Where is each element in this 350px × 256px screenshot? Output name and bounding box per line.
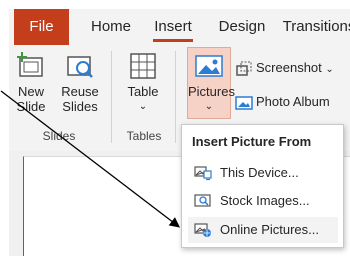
screenshot-icon xyxy=(236,61,252,76)
dropdown-header: Insert Picture From xyxy=(192,134,312,149)
photo-album-button[interactable]: Photo Album xyxy=(235,91,330,113)
tab-file[interactable]: File xyxy=(14,9,69,45)
pictures-button[interactable]: Pictures ⌄ xyxy=(187,47,235,119)
menu-item-label: This Device... xyxy=(220,165,299,180)
tab-home[interactable]: Home xyxy=(81,9,141,45)
menu-item-this-device[interactable]: This Device... xyxy=(188,160,338,186)
pictures-label: Pictures xyxy=(188,84,235,99)
screenshot-label: Screenshot xyxy=(256,60,322,75)
menu-item-label: Online Pictures... xyxy=(220,222,319,237)
group-label-slides: Slides xyxy=(42,129,76,143)
new-slide-button[interactable]: New Slide xyxy=(11,51,51,114)
stock-images-icon xyxy=(194,194,211,207)
ribbon-tab-bar: File Home Insert Design Transitions xyxy=(9,9,350,45)
table-button[interactable]: Table ⌄ xyxy=(123,51,163,114)
online-pictures-icon xyxy=(194,223,211,237)
table-label: Table xyxy=(127,84,159,99)
device-icon xyxy=(194,166,212,181)
reuse-slides-button[interactable]: Reuse Slides xyxy=(59,51,101,114)
chevron-down-icon: ⌄ xyxy=(325,64,334,75)
photo-album-icon xyxy=(235,95,253,110)
reuse-slides-icon xyxy=(67,56,93,78)
chevron-down-icon: ⌄ xyxy=(138,101,148,112)
table-icon xyxy=(130,53,156,79)
chevron-down-icon: ⌄ xyxy=(204,101,214,112)
new-slide-icon xyxy=(17,52,43,77)
tab-insert[interactable]: Insert xyxy=(147,9,199,45)
pictures-icon xyxy=(195,55,223,77)
insert-picture-dropdown: Insert Picture From This Device... Stock… xyxy=(181,124,344,248)
reuse-slides-label: Reuse Slides xyxy=(61,84,99,114)
menu-item-label: Stock Images... xyxy=(220,193,310,208)
group-label-tables: Tables xyxy=(126,129,162,143)
photo-album-label: Photo Album xyxy=(256,94,330,109)
group-divider xyxy=(175,51,176,143)
screenshot-button[interactable]: Screenshot ⌄ xyxy=(235,57,334,79)
menu-item-online-pictures[interactable]: Online Pictures... xyxy=(188,217,338,243)
tab-transitions[interactable]: Transitions xyxy=(279,9,350,45)
tab-design[interactable]: Design xyxy=(211,9,273,45)
menu-item-stock-images[interactable]: Stock Images... xyxy=(188,188,338,214)
group-divider xyxy=(111,51,112,143)
new-slide-label: New Slide xyxy=(16,84,46,114)
